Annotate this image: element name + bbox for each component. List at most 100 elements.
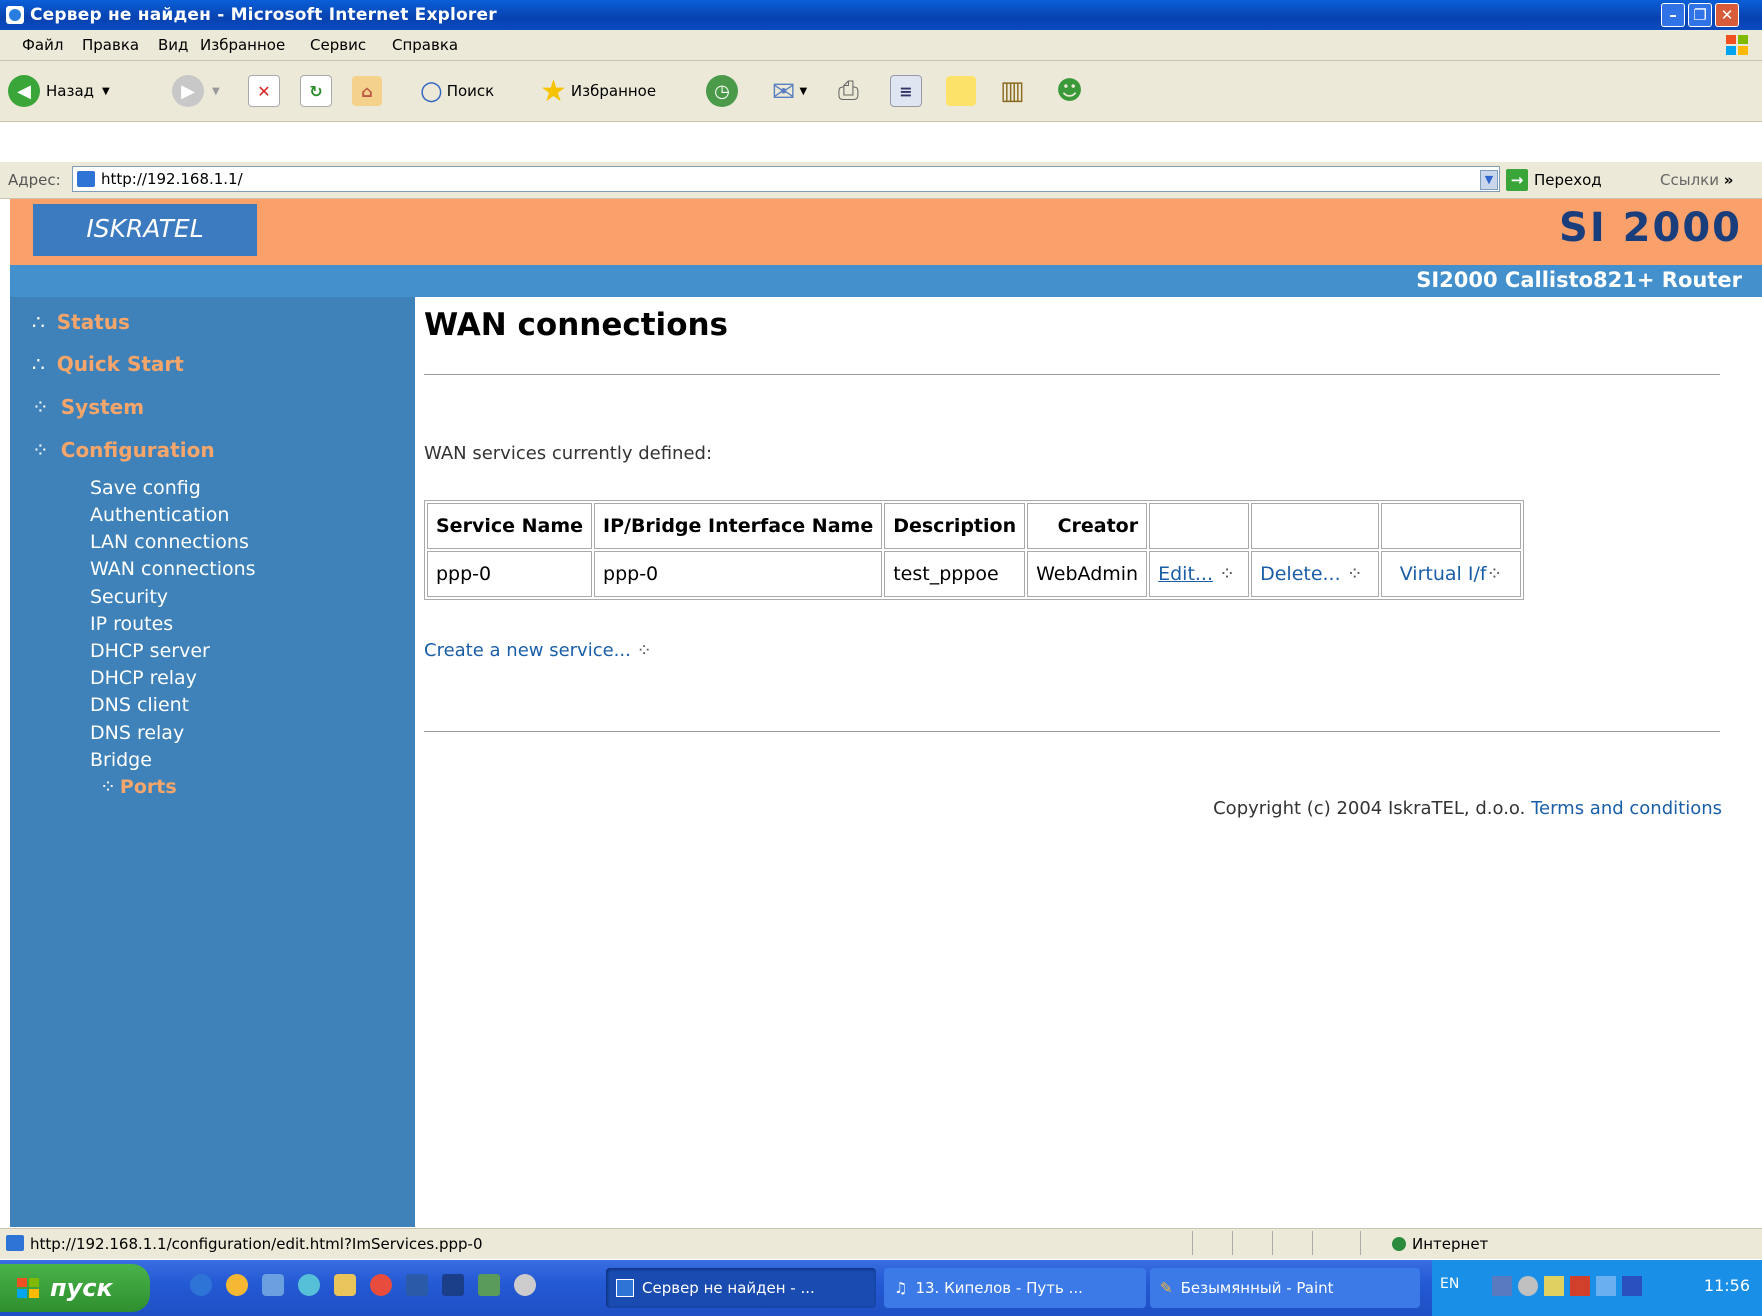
nav-wan-connections[interactable]: WAN connections — [90, 558, 256, 580]
tray-icon[interactable] — [1518, 1276, 1538, 1296]
terms-link[interactable]: Terms and conditions — [1531, 798, 1722, 819]
nav-status-label: Status — [56, 310, 130, 334]
column-header: Description — [884, 503, 1026, 549]
history-icon: ◷ — [706, 75, 738, 107]
divider — [1312, 1231, 1313, 1255]
app-icon[interactable] — [370, 1274, 392, 1296]
chevron-down-icon: ▼ — [799, 85, 808, 97]
nav-bridge[interactable]: Bridge — [90, 749, 152, 771]
windows-logo-icon — [17, 1278, 39, 1298]
restore-button[interactable]: ❐ — [1688, 3, 1712, 27]
nav-quick-start[interactable]: ∴ Quick Start — [32, 352, 184, 376]
nav-lan-connections[interactable]: LAN connections — [90, 531, 249, 553]
nav-security[interactable]: Security — [90, 586, 168, 608]
nav-ip-routes[interactable]: IP routes — [90, 613, 173, 635]
nav-dns-relay[interactable]: DNS relay — [90, 722, 184, 744]
app-icon[interactable] — [334, 1274, 356, 1296]
edit-page-button[interactable]: ≡ — [890, 61, 922, 121]
nav-authentication[interactable]: Authentication — [90, 504, 229, 526]
create-service-link[interactable]: Create a new service... ⁘ — [424, 640, 652, 661]
taskbar-item-paint[interactable]: ✎ Безымянный - Paint — [1150, 1268, 1420, 1308]
save-icon[interactable] — [442, 1274, 464, 1296]
chevron-down-icon: ▼ — [212, 85, 220, 97]
refresh-button[interactable]: ↻ — [300, 61, 332, 121]
app-icon[interactable] — [478, 1274, 500, 1296]
address-dropdown-button[interactable]: ▼ — [1480, 170, 1498, 190]
nav-save-config[interactable]: Save config — [90, 477, 201, 499]
tray-icon[interactable] — [1596, 1276, 1616, 1296]
tray-icon[interactable] — [1544, 1276, 1564, 1296]
home-button[interactable]: ⌂ — [352, 61, 382, 121]
dots-icon: ⁘ — [636, 640, 652, 661]
taskbar-item-ie[interactable]: Сервер не найден - ... — [606, 1268, 876, 1308]
app-icon[interactable] — [514, 1274, 536, 1296]
title-bar: Сервер не найден - Microsoft Internet Ex… — [0, 0, 1762, 30]
start-button[interactable]: пуск — [0, 1264, 150, 1312]
windows-logo-icon — [1726, 35, 1748, 55]
search-icon: ○ — [420, 76, 443, 106]
nav-status[interactable]: ∴ Status — [32, 310, 130, 334]
nav-dhcp-relay[interactable]: DHCP relay — [90, 667, 197, 689]
messenger-button[interactable]: ☻ — [1056, 61, 1083, 121]
print-button[interactable]: ⎙ — [838, 61, 859, 121]
links-button[interactable]: Ссылки » — [1660, 171, 1733, 189]
search-button[interactable]: ○ Поиск — [420, 61, 494, 121]
clock: 11:56 — [1703, 1276, 1750, 1295]
edit-link[interactable]: Edit... — [1158, 563, 1213, 585]
task-label: Безымянный - Paint — [1180, 1279, 1334, 1297]
delete-link[interactable]: Delete... — [1260, 563, 1341, 585]
services-table: Service Name IP/Bridge Interface Name De… — [424, 500, 1525, 600]
dots-icon: ∴ — [32, 310, 45, 334]
taskbar-item-player[interactable]: ♫ 13. Кипелов - Путь ... — [884, 1268, 1146, 1308]
forward-button[interactable]: ▶ ▼ — [172, 61, 220, 121]
go-arrow-icon: → — [1506, 169, 1528, 191]
menu-favorites[interactable]: Избранное — [200, 36, 285, 54]
logo-text: ISKRATEL — [86, 214, 204, 243]
back-label: Назад — [46, 82, 95, 100]
menu-tools[interactable]: Сервис — [310, 36, 366, 54]
nav-ports[interactable]: ⁘ Ports — [100, 776, 177, 798]
address-input[interactable]: http://192.168.1.1/ — [72, 166, 1500, 192]
menu-edit[interactable]: Правка — [82, 36, 139, 54]
status-url: http://192.168.1.1/configuration/edit.ht… — [30, 1235, 483, 1253]
app-icon[interactable] — [406, 1274, 428, 1296]
menu-help[interactable]: Справка — [392, 36, 458, 54]
minimize-button[interactable]: – — [1661, 3, 1685, 27]
history-button[interactable]: ◷ — [706, 61, 738, 121]
tray-icon[interactable] — [1622, 1276, 1642, 1296]
taskbar: пуск Сервер не найден - ... ♫ 13. Кипело… — [0, 1260, 1762, 1316]
close-button[interactable]: ✕ — [1715, 3, 1739, 27]
copyright-text: Copyright (c) 2004 IskraTEL, d.o.o. — [1213, 798, 1526, 819]
discuss-button[interactable] — [946, 61, 976, 121]
column-header: Creator — [1027, 503, 1148, 549]
messenger-icon[interactable] — [298, 1274, 320, 1296]
menu-file[interactable]: Файл — [22, 36, 63, 54]
sidebar — [10, 297, 415, 1227]
network-icon[interactable] — [1492, 1276, 1512, 1296]
mail-button[interactable]: ✉ ▼ — [772, 61, 807, 121]
favorites-button[interactable]: ★ Избранное — [540, 61, 656, 121]
page-title: WAN connections — [424, 307, 729, 343]
delete-cell: Delete... ⁘ — [1251, 551, 1380, 597]
media-player-icon[interactable] — [226, 1274, 248, 1296]
paint-icon: ✎ — [1160, 1279, 1173, 1297]
menu-view[interactable]: Вид — [158, 36, 188, 54]
back-button[interactable]: ◀ Назад ▼ — [8, 61, 110, 121]
nav-dns-client[interactable]: DNS client — [90, 694, 189, 716]
column-header: IP/Bridge Interface Name — [594, 503, 883, 549]
divider — [1272, 1231, 1273, 1255]
app-icon[interactable] — [262, 1274, 284, 1296]
nav-system[interactable]: ⁘ System — [32, 395, 144, 419]
dots-icon: ⁘ — [1219, 563, 1235, 585]
tray-icon[interactable] — [1570, 1276, 1590, 1296]
go-button[interactable]: → Переход — [1506, 167, 1602, 193]
nav-dhcp-server[interactable]: DHCP server — [90, 640, 210, 662]
ie-icon[interactable] — [190, 1274, 212, 1296]
note-icon — [946, 76, 976, 106]
research-button[interactable]: ▥ — [1000, 61, 1025, 121]
nav-configuration[interactable]: ⁘ Configuration — [32, 438, 215, 462]
language-indicator[interactable]: EN — [1440, 1276, 1459, 1292]
stop-button[interactable]: ✕ — [248, 61, 280, 121]
virtual-if-link[interactable]: Virtual I/f — [1400, 563, 1487, 585]
create-service-label: Create a new service... — [424, 640, 631, 661]
